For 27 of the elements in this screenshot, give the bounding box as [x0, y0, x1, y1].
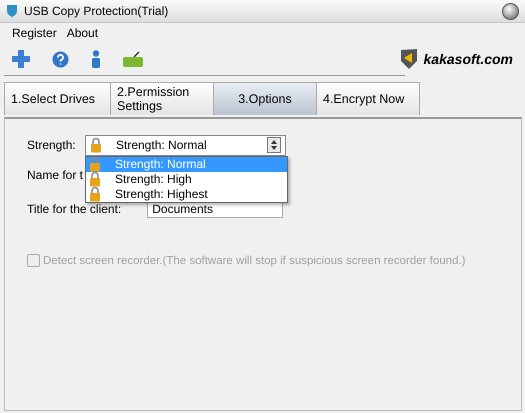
person-icon[interactable] — [91, 50, 101, 68]
close-button[interactable] — [502, 2, 519, 20]
strength-dropdown[interactable]: Strength: Normal — [85, 134, 286, 156]
spinner-icon — [267, 137, 281, 153]
tab[interactable]: 1.Select Drives — [4, 82, 111, 115]
lock-icon — [89, 171, 101, 187]
menu-item[interactable]: About — [66, 26, 98, 42]
basket-icon[interactable] — [123, 51, 143, 67]
strength-label: Strength: — [27, 138, 77, 152]
help-icon[interactable] — [52, 50, 69, 68]
logo-icon — [400, 48, 418, 70]
dropdown-option[interactable]: Strength: High — [86, 172, 287, 186]
lock-icon — [89, 186, 101, 202]
shield-icon — [6, 4, 18, 18]
dropdown-option[interactable]: Strength: Highest — [86, 186, 287, 202]
tab[interactable]: 2.Permission Settings — [110, 82, 214, 115]
tab[interactable]: 3.Options — [213, 82, 317, 115]
logo-text: kakasoft.com — [424, 51, 513, 67]
tab[interactable]: 4.Encrypt Now — [316, 82, 420, 115]
window-title: USB Copy Protection(Trial) — [24, 4, 170, 18]
lock-icon — [89, 156, 101, 172]
name-label: Name for t — [27, 168, 84, 182]
menu-item[interactable]: Register — [12, 26, 57, 42]
plus-icon[interactable] — [12, 50, 30, 68]
lock-icon — [90, 137, 102, 153]
title-label: Title for the client: — [27, 202, 122, 216]
checkbox-label: Detect screen recorder.(The software will stop if suspicious screen recorder found.) — [43, 254, 466, 266]
